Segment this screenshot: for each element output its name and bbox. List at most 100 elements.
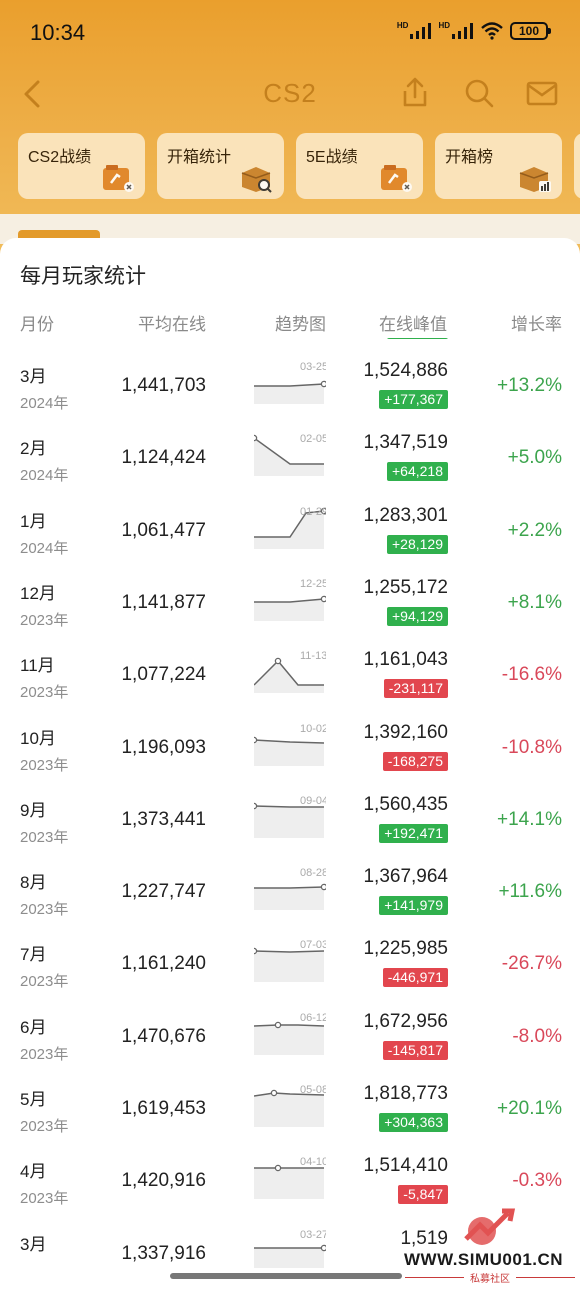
- watermark-sub-label: 私募社区: [470, 1274, 510, 1285]
- divider: [516, 1277, 575, 1278]
- month-label: 2月: [20, 439, 47, 459]
- trend-sparkline: 03-27: [254, 1229, 326, 1268]
- tile-label: CS2战绩: [28, 149, 92, 166]
- peak-delta-badge: -168,275: [382, 751, 448, 771]
- column-header-trend: 趋势图: [275, 315, 326, 334]
- growth-rate-value: -26.7%: [501, 953, 562, 975]
- list-item[interactable]: 8月 2023年 1,227,747 08-28 1,367,964 +141,979 +1…: [0, 866, 580, 938]
- list-item[interactable]: 1月 2024年 1,061,477 01-29 1,283,301 +28,129 +2.…: [0, 505, 580, 577]
- list-item[interactable]: 2月 2024年 1,124,424 02-05 1,347,519 +64,218 +5.…: [0, 432, 580, 504]
- tile-label: 5E战绩: [306, 149, 358, 166]
- search-icon[interactable]: [462, 76, 496, 110]
- battery-level: 100: [518, 24, 540, 38]
- list-item[interactable]: 5月 2023年 1,619,453 05-08 1,818,773 +304,363 +2…: [0, 1083, 580, 1155]
- status-bar: 10:34 HD HD 100: [0, 0, 580, 66]
- home-indicator[interactable]: [170, 1273, 402, 1279]
- list-item[interactable]: 12月 2023年 1,141,877 12-25 1,255,172 +94,129 +8…: [0, 577, 580, 649]
- month-label: 6月: [20, 1017, 47, 1037]
- watermark-text: WWW.SIMU001.CN: [404, 1250, 564, 1269]
- average-online-value: 1,619,453: [121, 1098, 206, 1119]
- average-online-value: 1,161,240: [121, 953, 206, 975]
- growth-rate-value: -16.6%: [501, 664, 562, 686]
- peak-delta-badge: +141,979: [379, 896, 448, 916]
- divider: [405, 1277, 464, 1278]
- average-online-value: 1,196,093: [121, 736, 206, 758]
- growth-rate-value: -8.0%: [512, 1025, 562, 1047]
- trend-sparkline: 03-25: [254, 361, 326, 404]
- tile-label: 开箱榜: [445, 149, 494, 166]
- trend-sparkline: [254, 338, 326, 352]
- list-item[interactable]: 11月 2023年 1,077,224 11-13 1,161,043 -231,117 -…: [0, 649, 580, 721]
- year-label: 2023年: [20, 901, 69, 919]
- trend-sparkline: 05-08: [254, 1084, 326, 1127]
- peak-online-value: 1,161,043: [363, 649, 448, 671]
- average-online-value: 1,061,477: [121, 519, 206, 541]
- list-item[interactable]: 7月 2023年 1,161,240 07-03 1,225,985 -446,971 -2…: [0, 938, 580, 1010]
- trend-sparkline: 01-29: [254, 506, 326, 549]
- average-online-value: 1,441,703: [121, 375, 206, 396]
- tile-case-ranking[interactable]: 开箱榜: [435, 133, 562, 199]
- trend-date-label: 02-05: [300, 433, 326, 445]
- trend-date-label: 04-10: [300, 1156, 326, 1168]
- month-label: 4月: [20, 1162, 47, 1182]
- month-label: 9月: [20, 800, 47, 820]
- average-online-value: 1,470,676: [121, 1025, 206, 1047]
- list-item[interactable]: 9月 2023年 1,373,441 09-04 1,560,435 +192,471 +1…: [0, 794, 580, 866]
- case-search-icon: [241, 167, 272, 193]
- signal-icon: [410, 23, 432, 39]
- trend-sparkline: 11-13: [254, 650, 326, 694]
- peak-delta-badge: -145,817: [382, 1040, 448, 1060]
- year-label: 2023年: [20, 828, 69, 846]
- month-label: 5月: [20, 1090, 47, 1109]
- mail-icon[interactable]: [525, 76, 559, 110]
- sheet-title: 每月玩家统计: [20, 265, 146, 288]
- peak-delta-badge: +94,129: [387, 606, 448, 626]
- trend-sparkline: 09-04: [254, 795, 326, 838]
- peak-online-value: 1,392,160: [363, 721, 448, 743]
- tile-cs2-record[interactable]: CS2战绩: [18, 133, 145, 199]
- tile-case-stats[interactable]: 开箱统计: [157, 133, 284, 199]
- month-label: 11月: [20, 656, 55, 676]
- list-item[interactable]: 3月 2024年 1,441,703 03-25 1,524,886 +177,367 +1…: [0, 360, 580, 432]
- tile-more[interactable]: [574, 133, 580, 199]
- peak-online-value: 1,514,410: [363, 1155, 448, 1177]
- trend-date-label: 12-25: [300, 578, 326, 590]
- month-label: 7月: [20, 945, 47, 965]
- peak-delta-badge: -231,117: [383, 679, 448, 699]
- peak-delta-badge: +177,367: [379, 390, 448, 409]
- growth-rate-value: +11.6%: [498, 881, 562, 903]
- growth-rate-value: +14.1%: [497, 808, 562, 830]
- peak-delta-badge: +28,129: [387, 534, 448, 554]
- trend-date-label: 07-03: [300, 939, 326, 951]
- trend-date-label: 08-28: [300, 867, 326, 879]
- watermark-subtitle: 私募社区: [405, 1270, 575, 1285]
- year-label: 2023年: [20, 973, 69, 991]
- trend-date-label: 03-25: [300, 361, 326, 373]
- list-item[interactable]: 10月 2023年 1,196,093 10-02 1,392,160 -168,275 -…: [0, 722, 580, 794]
- year-label: 2024年: [20, 395, 69, 412]
- column-header-average: 平均在线: [138, 315, 206, 334]
- year-label: 2023年: [20, 756, 69, 774]
- peak-delta-badge: +192,471: [379, 823, 448, 843]
- list-item[interactable]: 6月 2023年 1,470,676 06-12 1,672,956 -145,817 -8…: [0, 1011, 580, 1083]
- peak-delta-badge: +58,799: [387, 338, 448, 339]
- trend-date-label: 11-13: [300, 650, 326, 662]
- cs-card-icon: [381, 165, 412, 192]
- month-label: 1月: [20, 511, 47, 531]
- battery-icon: 100: [510, 22, 551, 40]
- trend-sparkline: 04-10: [254, 1156, 326, 1200]
- year-label: 2023年: [20, 684, 69, 702]
- stats-list[interactable]: 2024年 +58,799 3月 2024年 1,441,703 03-25 1,524,8…: [0, 338, 580, 1268]
- growth-rate-value: +8.1%: [507, 591, 562, 613]
- signal-icon: [452, 23, 473, 39]
- case-chart-icon: [519, 167, 551, 192]
- peak-delta-badge: -446,971: [382, 968, 448, 988]
- year-label: 2023年: [20, 1045, 69, 1063]
- tile-5e-record[interactable]: 5E战绩: [296, 133, 423, 199]
- peak-online-value: 1,672,956: [363, 1010, 448, 1032]
- trend-sparkline: 12-25: [254, 578, 326, 621]
- share-icon[interactable]: [398, 76, 432, 110]
- growth-rate-value: -0.3%: [512, 1170, 562, 1192]
- trend-date-label: 09-04: [300, 795, 326, 807]
- status-icons: HD HD 100: [397, 22, 551, 40]
